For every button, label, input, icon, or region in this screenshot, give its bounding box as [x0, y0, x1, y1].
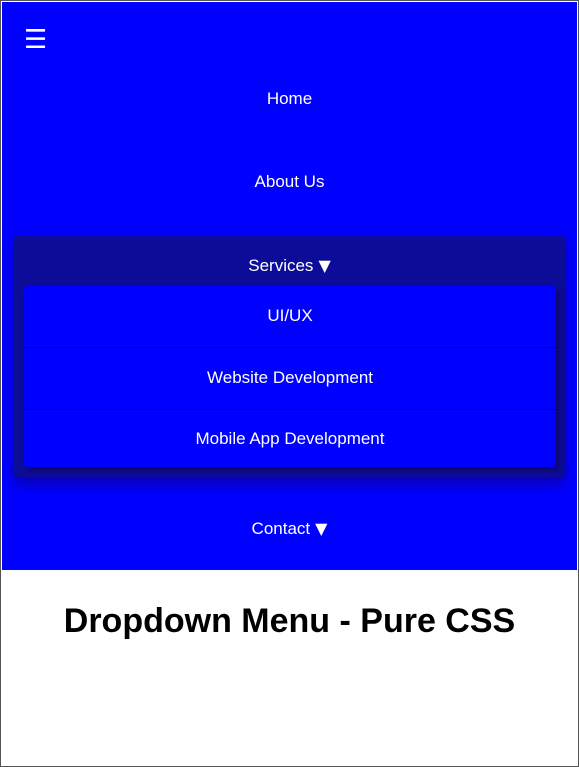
nav-link-home[interactable]: Home [2, 88, 577, 110]
nav-link-about-us[interactable]: About Us [2, 171, 577, 193]
submenu-item-mobile-app-development[interactable]: Mobile App Development [24, 410, 556, 467]
nav-link-contact[interactable]: Contact ▼ [2, 518, 577, 540]
page-frame: ☰ Home About Us Services ▼ UI/UX Website … [0, 0, 579, 767]
hamburger-icon[interactable]: ☰ [24, 26, 47, 54]
navbar: ☰ Home About Us Services ▼ UI/UX Website … [2, 2, 577, 570]
nav-link-services[interactable]: Services ▼ [14, 255, 565, 277]
services-label-text: Services [248, 256, 314, 275]
contact-label-text: Contact [251, 519, 311, 538]
services-submenu: UI/UX Website Development Mobile App Dev… [24, 286, 556, 467]
triangle-down-icon: ▼ [315, 519, 328, 538]
submenu-item-ui-ux[interactable]: UI/UX [24, 286, 556, 348]
triangle-down-icon: ▼ [318, 256, 331, 275]
submenu-item-website-development[interactable]: Website Development [24, 348, 556, 410]
services-dropdown: Services ▼ UI/UX Website Development Mobi… [14, 235, 565, 477]
page-title: Dropdown Menu - Pure CSS [63, 602, 516, 640]
